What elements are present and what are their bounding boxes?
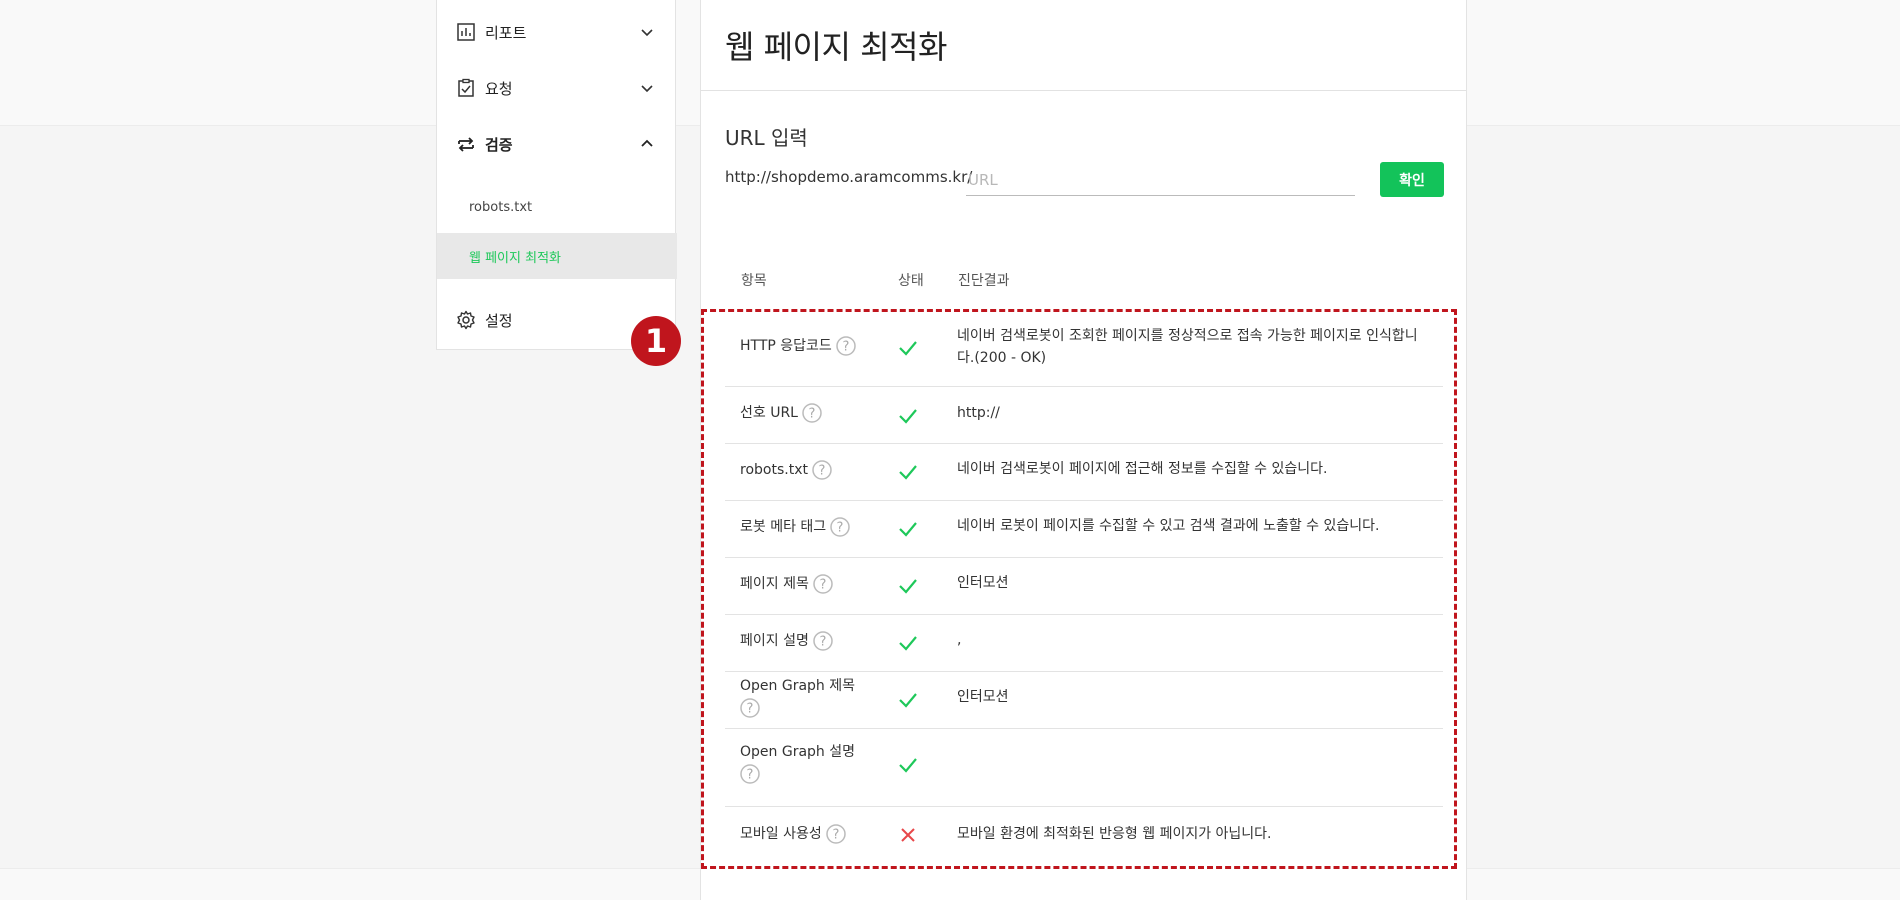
svg-text:?: ? (819, 578, 826, 593)
sidebar-item-label: 요청 (485, 79, 513, 98)
sidebar-item-report[interactable]: 리포트 (437, 12, 677, 52)
bar-chart-icon (455, 21, 477, 43)
table-row: 선호 URL? http:// (725, 387, 1443, 444)
check-icon (897, 337, 919, 359)
chevron-down-icon (639, 80, 655, 96)
check-icon (897, 632, 919, 654)
help-icon[interactable]: ? (830, 517, 850, 537)
svg-text:?: ? (747, 702, 754, 717)
annotation-badge: 1 (631, 316, 681, 366)
chevron-up-icon (639, 136, 655, 152)
url-prefix: http://shopdemo.aramcomms.kr/ (725, 168, 973, 186)
row-item: HTTP 응답코드? (740, 335, 856, 357)
svg-text:?: ? (819, 635, 826, 650)
table-row: 페이지 설명? , (725, 615, 1443, 672)
svg-text:?: ? (832, 828, 839, 843)
row-item: 모바일 사용성? (740, 823, 846, 845)
check-icon (897, 405, 919, 427)
sidebar-item-label: 설정 (485, 311, 513, 330)
table-row: 모바일 사용성? 모바일 환경에 최적화된 반응형 웹 페이지가 아닙니다. (725, 807, 1443, 865)
row-item: 페이지 제목? (740, 573, 833, 595)
url-input[interactable] (966, 164, 1355, 196)
table-row: robots.txt? 네이버 검색로봇이 페이지에 접근해 정보를 수집할 수… (725, 444, 1443, 501)
row-result: 모바일 환경에 최적화된 반응형 웹 페이지가 아닙니다. (957, 826, 1272, 842)
check-icon (897, 754, 919, 776)
row-item-label: HTTP 응답코드 (740, 338, 832, 354)
help-icon[interactable]: ? (825, 824, 846, 844)
page-title: 웹 페이지 최적화 (725, 28, 947, 66)
row-item: Open Graph 설명? (740, 741, 880, 785)
check-icon (897, 575, 919, 597)
check-icon (897, 518, 919, 540)
svg-text:?: ? (819, 464, 826, 479)
close-x-icon (897, 824, 919, 846)
divider (701, 90, 1466, 91)
row-result: 인터모션 (957, 575, 1009, 591)
row-result: 인터모션 (957, 689, 1009, 705)
sidebar-item-request[interactable]: 요청 (437, 68, 677, 108)
url-section-label: URL 입력 (725, 126, 808, 150)
row-item-label: Open Graph 설명 (740, 744, 855, 760)
check-icon (897, 689, 919, 711)
help-icon[interactable]: ? (813, 631, 833, 651)
row-result: 네이버 검색로봇이 페이지에 접근해 정보를 수집할 수 있습니다. (957, 461, 1328, 477)
table-row: HTTP 응답코드? 네이버 검색로봇이 조회한 페이지를 정상적으로 접속 가… (725, 313, 1443, 387)
sidebar-subitem-robots[interactable]: robots.txt (437, 184, 677, 230)
row-item: 로봇 메타 태그? (740, 516, 850, 538)
row-item: robots.txt? (740, 459, 832, 481)
gear-icon (455, 309, 477, 331)
help-icon[interactable]: ? (740, 698, 760, 718)
row-item: 페이지 설명? (740, 630, 833, 652)
row-item-label: 모바일 사용성 (740, 826, 822, 842)
sidebar: 리포트 요청 검증 robots.txt 웹 페이지 최적화 설정 (436, 0, 677, 350)
sidebar-subitem-label: robots.txt (469, 199, 533, 215)
table-row: 로봇 메타 태그? 네이버 로봇이 페이지를 수집할 수 있고 검색 결과에 노… (725, 501, 1443, 558)
row-item-label: 페이지 제목 (740, 576, 809, 592)
svg-text:?: ? (842, 340, 849, 355)
table-header-item: 항목 (741, 273, 767, 289)
sidebar-subitem-label: 웹 페이지 최적화 (469, 250, 561, 266)
help-icon[interactable]: ? (836, 336, 856, 356)
sidebar-item-label: 검증 (485, 135, 513, 154)
sidebar-item-verify[interactable]: 검증 (437, 124, 677, 164)
row-result: 네이버 로봇이 페이지를 수집할 수 있고 검색 결과에 노출할 수 있습니다. (957, 518, 1380, 534)
help-icon[interactable]: ? (812, 460, 832, 480)
row-item-label: 선호 URL (740, 405, 798, 421)
table-row: 페이지 제목? 인터모션 (725, 558, 1443, 615)
row-item-label: 로봇 메타 태그 (740, 519, 827, 535)
table-row: Open Graph 설명? (725, 729, 1443, 807)
row-item-label: Open Graph 제목 (740, 678, 855, 694)
row-result: http:// (957, 405, 1000, 421)
help-icon[interactable]: ? (740, 764, 760, 784)
chevron-down-icon (639, 24, 655, 40)
help-icon[interactable]: ? (813, 574, 833, 594)
row-result: 네이버 검색로봇이 조회한 페이지를 정상적으로 접속 가능한 페이지로 인식합… (957, 328, 1418, 366)
row-item: 선호 URL? (740, 402, 822, 424)
table-header-result: 진단결과 (958, 273, 1010, 289)
table-row: Open Graph 제목? 인터모션 (725, 672, 1443, 729)
row-result: , (957, 632, 962, 648)
swap-arrows-icon (455, 133, 477, 155)
help-icon[interactable]: ? (802, 403, 822, 423)
confirm-button[interactable]: 확인 (1380, 162, 1444, 197)
check-icon (897, 461, 919, 483)
clipboard-check-icon (455, 77, 477, 99)
svg-text:?: ? (837, 521, 844, 536)
sidebar-item-label: 리포트 (485, 23, 527, 42)
row-item-label: robots.txt (740, 462, 808, 478)
svg-text:?: ? (747, 768, 754, 783)
row-item: Open Graph 제목? (740, 675, 880, 719)
table-header-status: 상태 (898, 273, 924, 289)
row-item-label: 페이지 설명 (740, 633, 809, 649)
sidebar-subitem-web-optimization[interactable]: 웹 페이지 최적화 (437, 233, 677, 279)
svg-text:?: ? (809, 407, 816, 422)
